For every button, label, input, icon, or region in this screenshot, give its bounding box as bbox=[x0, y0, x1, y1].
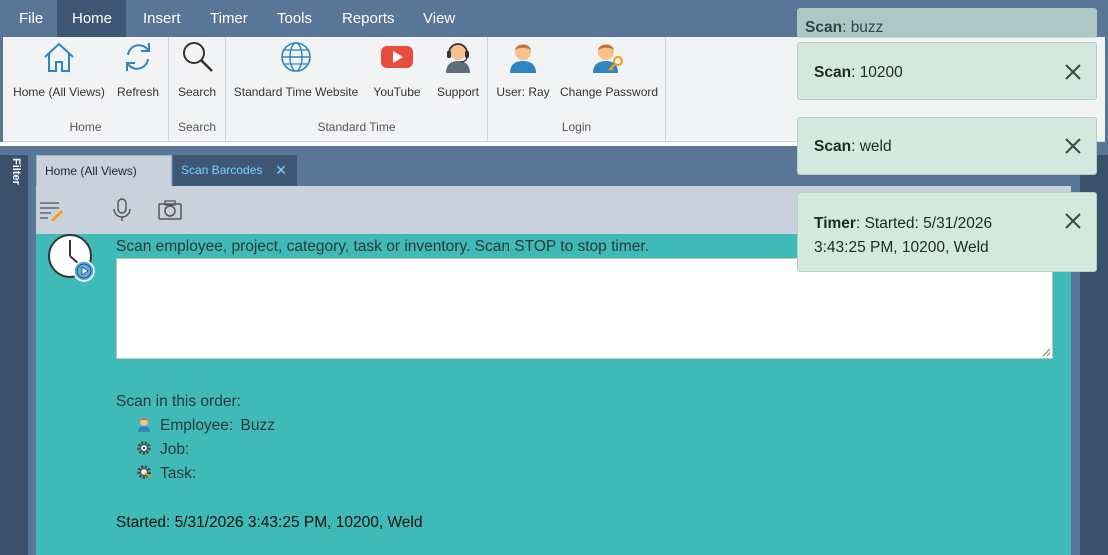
standard-time-website-button[interactable]: Standard Time Website bbox=[233, 39, 359, 99]
ribbon-bottom-band bbox=[0, 142, 800, 146]
ribbon-group-search-label: Search bbox=[177, 120, 217, 134]
menu-reports[interactable]: Reports bbox=[327, 0, 410, 37]
ribbon-group-standard-time: Standard Time Website YouTube Support St… bbox=[226, 37, 488, 142]
toast-3-title: Timer bbox=[814, 215, 856, 232]
close-icon[interactable]: ✕ bbox=[275, 155, 287, 186]
user-icon bbox=[510, 44, 536, 73]
user-button[interactable]: User: Ray bbox=[496, 39, 550, 99]
menu-view[interactable]: View bbox=[408, 0, 470, 37]
search-label: Search bbox=[177, 85, 217, 99]
order-item-employee: Employee: Buzz bbox=[136, 416, 275, 435]
youtube-label: YouTube bbox=[373, 85, 421, 99]
microphone-icon[interactable] bbox=[109, 198, 135, 222]
youtube-icon bbox=[381, 46, 413, 68]
resize-grip-icon[interactable] bbox=[1042, 348, 1051, 357]
toast-2-title: Scan bbox=[814, 138, 852, 155]
toast-1-text: 10200 bbox=[859, 64, 903, 81]
toast-notification: Scan: 10200 bbox=[797, 42, 1097, 100]
timer-clock-icon bbox=[48, 234, 95, 282]
globe-icon bbox=[281, 42, 311, 72]
ribbon-group-login-label: Login bbox=[561, 120, 592, 134]
timer-status: Started: 5/31/2026 3:43:25 PM, 10200, We… bbox=[116, 514, 423, 531]
house-icon bbox=[44, 42, 74, 72]
scan-order-title: Scan in this order: bbox=[116, 393, 241, 410]
headset-user-icon bbox=[446, 43, 470, 73]
camera-icon[interactable] bbox=[157, 198, 183, 222]
order-item-task: Task: bbox=[136, 464, 196, 483]
filter-panel-strip[interactable] bbox=[0, 155, 28, 555]
standard-time-website-label: Standard Time Website bbox=[233, 85, 359, 99]
user-key-icon bbox=[593, 44, 623, 73]
tab-scan-barcodes[interactable]: Scan Barcodes ✕ bbox=[173, 155, 297, 186]
refresh-button[interactable]: Refresh bbox=[115, 39, 161, 99]
support-label: Support bbox=[436, 85, 480, 99]
refresh-icon bbox=[126, 43, 150, 71]
toast-1-title: Scan bbox=[814, 64, 852, 81]
menu-insert[interactable]: Insert bbox=[128, 0, 196, 37]
menu-tools[interactable]: Tools bbox=[262, 0, 327, 37]
change-password-button[interactable]: Change Password bbox=[560, 39, 659, 99]
youtube-button[interactable]: YouTube bbox=[370, 39, 424, 99]
ribbon-group-home-label: Home bbox=[69, 120, 102, 134]
toast-notification: Scan: weld bbox=[797, 117, 1097, 175]
toast-0-title: Scan bbox=[805, 19, 843, 36]
magnifier-icon bbox=[183, 42, 213, 72]
gear-icon bbox=[137, 441, 151, 455]
tab-scan-barcodes-label: Scan Barcodes bbox=[181, 163, 263, 177]
search-button[interactable]: Search bbox=[175, 39, 219, 99]
change-password-label: Change Password bbox=[560, 85, 659, 99]
order-item-employee-label: Employee: bbox=[160, 417, 234, 434]
ribbon-group-search: Search Search bbox=[169, 37, 226, 142]
toast-notification-fading: Scan: buzz bbox=[797, 8, 1097, 38]
menu-file[interactable]: File bbox=[4, 0, 58, 37]
home-all-views-label: Home (All Views) bbox=[13, 85, 105, 99]
user-label: User: Ray bbox=[496, 85, 550, 99]
toast-2-text: weld bbox=[859, 138, 892, 155]
close-icon[interactable] bbox=[1064, 212, 1082, 230]
tab-home-all-views[interactable]: Home (All Views) bbox=[36, 155, 172, 186]
scan-panel: Scan employee, project, category, task o… bbox=[36, 234, 1071, 555]
order-item-job-label: Job: bbox=[160, 441, 190, 458]
ribbon-group-home: Home (All Views) Refresh Home bbox=[3, 37, 169, 142]
scan-instruction: Scan employee, project, category, task o… bbox=[116, 238, 649, 255]
scan-input[interactable] bbox=[116, 258, 1053, 359]
support-button[interactable]: Support bbox=[432, 39, 484, 99]
refresh-label: Refresh bbox=[116, 85, 160, 99]
toast-0-text: buzz bbox=[850, 19, 884, 36]
employee-icon bbox=[138, 418, 150, 432]
menu-home[interactable]: Home bbox=[57, 0, 126, 37]
toast-notification-timer: Timer: Started: 5/31/2026 3:43:25 PM, 10… bbox=[797, 192, 1097, 272]
close-icon[interactable] bbox=[1064, 137, 1082, 155]
ribbon-group-login: User: Ray Change Password Login bbox=[488, 37, 666, 142]
order-item-job: Job: bbox=[136, 440, 189, 459]
menu-timer[interactable]: Timer bbox=[195, 0, 263, 37]
ribbon-group-standard-time-label: Standard Time bbox=[317, 120, 396, 134]
tab-home-all-views-label: Home (All Views) bbox=[45, 164, 137, 178]
edit-list-icon[interactable] bbox=[39, 198, 65, 222]
close-icon[interactable] bbox=[1064, 63, 1082, 81]
order-item-employee-value: Buzz bbox=[240, 417, 276, 434]
order-item-task-label: Task: bbox=[160, 465, 197, 482]
filter-tab-label[interactable]: Filter bbox=[6, 158, 22, 185]
task-gear-icon bbox=[137, 465, 151, 479]
home-all-views-button[interactable]: Home (All Views) bbox=[13, 39, 105, 99]
